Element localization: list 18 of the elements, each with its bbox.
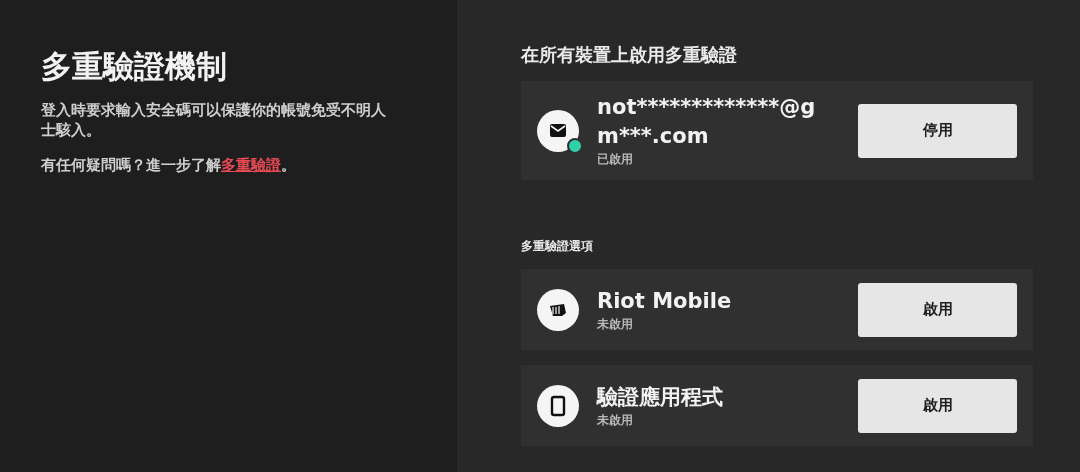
method-status: 已啟用 [597, 151, 634, 168]
method-status: 未啟用 [597, 315, 634, 333]
toggle-button[interactable]: 停用 [858, 103, 1017, 158]
toggle-button[interactable]: 啟用 [858, 282, 1017, 337]
method-name: not*************@gm***.com [597, 94, 817, 150]
help-text: 有任何疑問嗎？進一步了解多重驗證。 [41, 156, 297, 175]
method-name: 驗證應用程式 [597, 383, 724, 411]
fist-icon [537, 288, 579, 331]
toggle-button[interactable]: 啟用 [858, 378, 1017, 433]
section-heading: 在所有裝置上啟用多重驗證 [521, 43, 738, 67]
description-text: 登入時要求輸入安全碼可以保護你的帳號免受不明人士駭入。 [41, 100, 387, 140]
method-name: Riot Mobile [597, 287, 733, 315]
section-heading: 多重驗證選項 [521, 238, 594, 255]
mail-icon [537, 109, 579, 152]
phone-icon [537, 384, 579, 427]
method-status: 未啟用 [597, 411, 634, 429]
help-link[interactable]: 多重驗證 [221, 156, 281, 174]
page-title: 多重驗證機制 [41, 47, 228, 86]
